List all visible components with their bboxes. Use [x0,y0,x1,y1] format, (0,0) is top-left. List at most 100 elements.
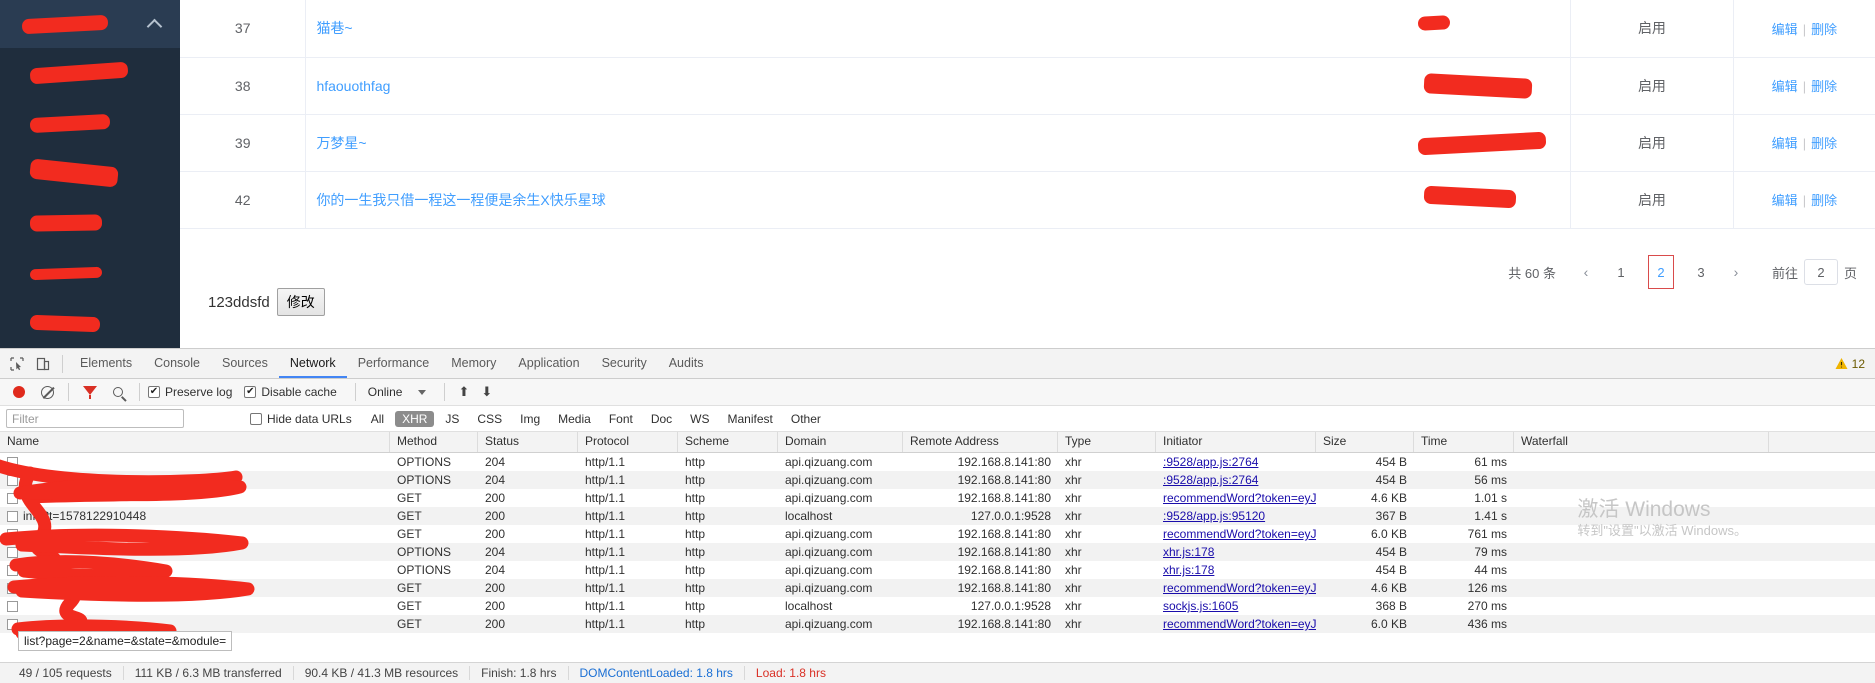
record-button[interactable] [6,379,32,405]
network-request-row[interactable]: GET 200 http/1.1 http localhost 127.0.0.1:952… [0,597,1875,615]
resource-type-js[interactable]: JS [438,411,466,427]
sidebar-item-2[interactable] [0,148,180,198]
sidebar-item-5[interactable] [0,298,180,348]
initiator-link[interactable]: :9528/app.js:2764 [1163,455,1258,469]
resource-type-img[interactable]: Img [513,411,547,427]
delete-link[interactable]: 删除 [1811,22,1837,37]
preserve-log-checkbox[interactable]: Preserve log [148,385,232,399]
row-name-link[interactable]: 猫巷~ [316,20,352,36]
initiator-link[interactable]: :9528/app.js:95120 [1163,509,1265,523]
delete-link[interactable]: 删除 [1811,136,1837,151]
cell-method: GET [397,509,422,523]
chevron-down-icon[interactable] [418,389,427,395]
import-har-icon[interactable]: ⬆ [453,384,474,400]
resource-type-other[interactable]: Other [784,411,828,427]
column-header-protocol[interactable]: Protocol [578,432,678,452]
devtools-tab-network[interactable]: Network [279,349,347,378]
pagination-next-button[interactable]: › [1722,258,1750,286]
filter-icon[interactable] [77,379,103,405]
initiator-link[interactable]: sockjs.js:1605 [1163,599,1238,613]
row-name-link[interactable]: 万梦星~ [316,135,366,151]
column-header-name[interactable]: Name [0,432,390,452]
network-request-row[interactable]: GET 200 http/1.1 http api.qizuang.com 192.168… [0,579,1875,597]
column-header-time[interactable]: Time [1414,432,1514,452]
devtools-tab-audits[interactable]: Audits [658,349,715,378]
pagination-page-3[interactable]: 3 [1686,258,1716,286]
export-har-icon[interactable]: ⬇ [476,384,497,400]
network-request-row[interactable]: GET 200 http/1.1 http api.qizuang.com 192.168… [0,615,1875,633]
devtools-tab-elements[interactable]: Elements [69,349,143,378]
column-header-scheme[interactable]: Scheme [678,432,778,452]
initiator-link[interactable]: recommendWord?token=eyJ0eX... [1163,527,1316,541]
delete-link[interactable]: 删除 [1811,193,1837,208]
disable-cache-checkbox[interactable]: Disable cache [244,385,337,399]
network-request-row[interactable]: OPTIONS 204 http/1.1 http api.qizuang.com 192… [0,453,1875,471]
network-request-row[interactable]: OPTIONS 204 http/1.1 http api.qizuang.com 192… [0,543,1875,561]
clear-button[interactable] [34,379,60,405]
resource-type-media[interactable]: Media [551,411,598,427]
devtools-tab-sources[interactable]: Sources [211,349,279,378]
edit-link[interactable]: 编辑 [1772,79,1798,94]
resource-type-font[interactable]: Font [602,411,640,427]
initiator-link[interactable]: xhr.js:178 [1163,563,1214,577]
network-request-row[interactable]: OPTIONS 204 http/1.1 http api.qizuang.com 192… [0,561,1875,579]
network-request-row[interactable]: GET 200 http/1.1 http api.qizuang.com 192.168… [0,525,1875,543]
resource-type-manifest[interactable]: Manifest [721,411,780,427]
column-header-status[interactable]: Status [478,432,578,452]
column-header-type[interactable]: Type [1058,432,1156,452]
modify-button[interactable]: 修改 [276,288,325,316]
inspect-element-icon[interactable] [4,351,30,377]
sidebar-item-0[interactable] [0,48,180,98]
network-request-row[interactable]: OPTIONS 204 http/1.1 http api.qizuang.com 192… [0,471,1875,489]
edit-link[interactable]: 编辑 [1772,193,1798,208]
search-icon[interactable] [105,379,131,405]
pagination-jump-input[interactable]: 2 [1803,259,1838,285]
resource-type-all[interactable]: All [364,411,391,427]
disable-cache-label: Disable cache [261,385,337,399]
resource-type-ws[interactable]: WS [683,411,716,427]
devtools-tab-console[interactable]: Console [143,349,211,378]
column-header-remote[interactable]: Remote Address [903,432,1058,452]
sidebar-item-1[interactable] [0,98,180,148]
network-request-row[interactable]: men GET 200 http/1.1 http api.qizuang.com 192.… [0,489,1875,507]
initiator-link[interactable]: recommendWord?token=eyJ0eX... [1163,581,1316,595]
pagination-page-1[interactable]: 1 [1606,258,1636,286]
warning-indicator[interactable]: 12 [1835,357,1865,371]
devtools-tab-performance[interactable]: Performance [347,349,441,378]
resource-type-css[interactable]: CSS [470,411,509,427]
devtools-tabbar: Elements Console Sources Network Performance… [0,349,1875,379]
device-toolbar-icon[interactable] [30,351,56,377]
initiator-link[interactable]: recommendWord?token=eyJ0eX... [1163,617,1316,631]
column-header-method[interactable]: Method [390,432,478,452]
network-request-row[interactable]: info?t=1578122910448 GET 200 http/1.1 http lo… [0,507,1875,525]
devtools-tab-application[interactable]: Application [507,349,590,378]
initiator-link[interactable]: :9528/app.js:2764 [1163,473,1258,487]
column-header-waterfall[interactable]: Waterfall [1514,432,1769,452]
edit-link[interactable]: 编辑 [1772,22,1798,37]
sidebar-header[interactable] [0,0,180,48]
domcontentloaded-time: DOMContentLoaded: 1.8 hrs [569,666,745,680]
sidebar-item-3[interactable] [0,198,180,248]
chevron-up-icon[interactable] [146,18,163,34]
cell-type: xhr [1065,509,1082,523]
devtools-tab-memory[interactable]: Memory [440,349,507,378]
devtools-tab-security[interactable]: Security [591,349,658,378]
initiator-link[interactable]: xhr.js:178 [1163,545,1214,559]
edit-link[interactable]: 编辑 [1772,136,1798,151]
throttling-select[interactable]: Online [364,385,407,399]
column-header-size[interactable]: Size [1316,432,1414,452]
hide-data-urls-checkbox[interactable]: Hide data URLs [250,412,352,426]
cell-protocol: http/1.1 [585,473,626,487]
filter-input[interactable] [6,409,184,428]
column-header-initiator[interactable]: Initiator [1156,432,1316,452]
row-name-link[interactable]: hfaouothfag [316,78,390,94]
resource-type-xhr[interactable]: XHR [395,410,435,427]
pagination-page-2[interactable]: 2 [1647,255,1674,289]
delete-link[interactable]: 删除 [1811,79,1837,94]
column-header-domain[interactable]: Domain [778,432,903,452]
row-name-link[interactable]: 你的一生我只借一程这一程便是余生X快乐星球 [316,192,605,208]
resource-type-doc[interactable]: Doc [644,411,679,427]
initiator-link[interactable]: recommendWord?token=eyJ0eX... [1163,491,1316,505]
sidebar-item-4[interactable] [0,248,180,298]
pagination-prev-button[interactable]: ‹ [1572,258,1600,286]
